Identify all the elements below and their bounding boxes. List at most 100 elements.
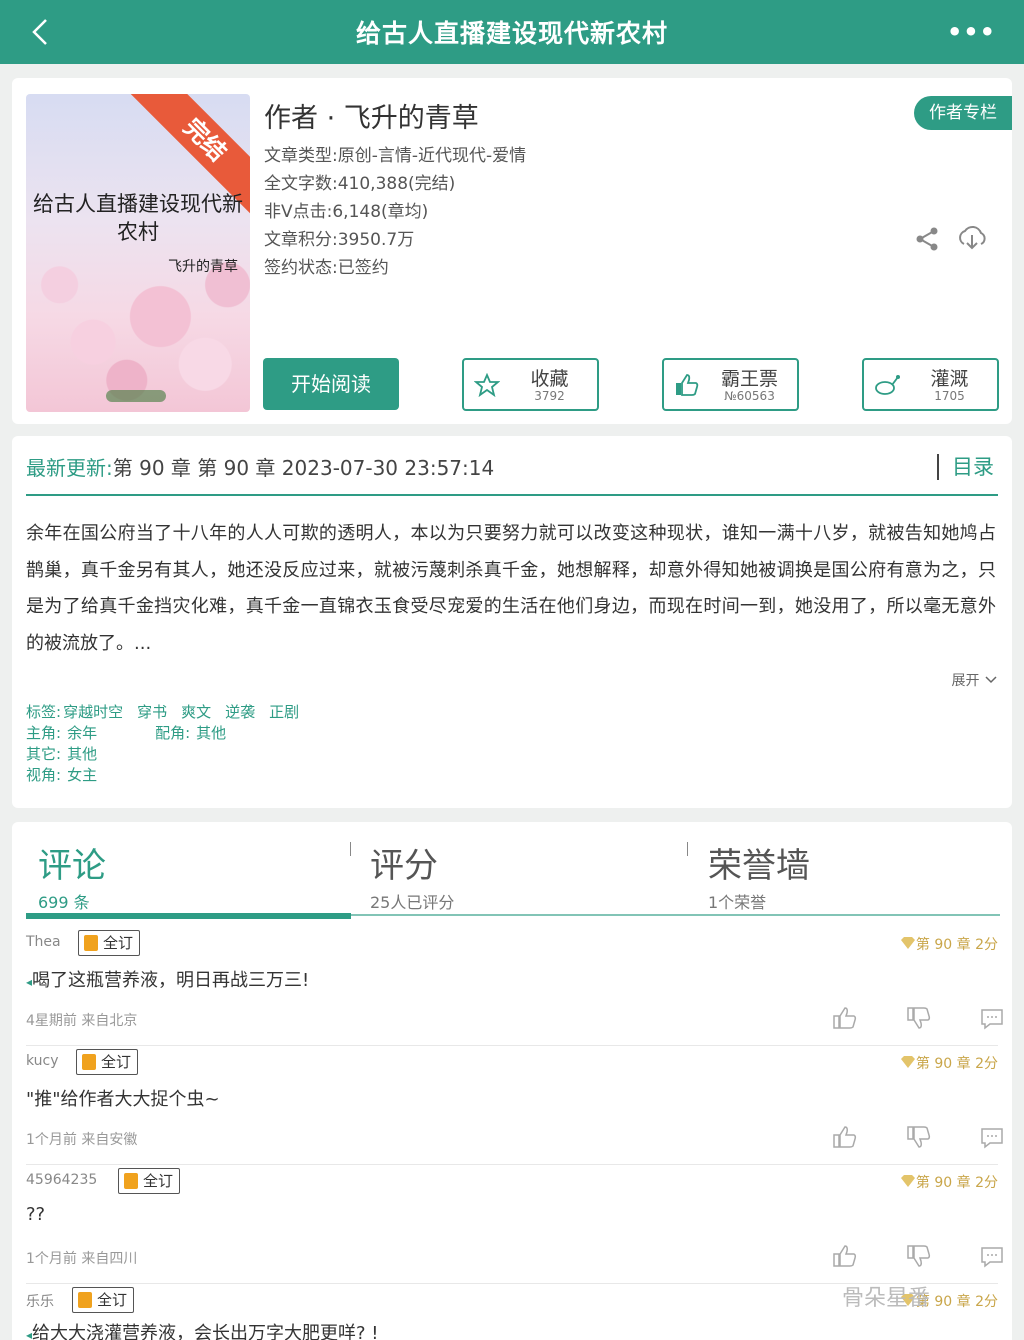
- expand-button[interactable]: 展开: [952, 670, 998, 690]
- comment-time: 4星期前 来自北京: [26, 1013, 138, 1029]
- irrigate-button[interactable]: 灌溉 1705: [862, 358, 999, 411]
- diamond-icon: [900, 1056, 915, 1068]
- tab-ratings[interactable]: 评分 25人已评分: [370, 838, 454, 913]
- comment-text: "推"给作者大大捉个虫~: [26, 1089, 220, 1110]
- comment-chapter-text: 第 90 章 2分: [915, 1056, 998, 1072]
- tag-item[interactable]: 正剧: [269, 703, 299, 721]
- divider: [26, 494, 998, 496]
- author-column-button[interactable]: 作者专栏: [914, 96, 1012, 130]
- bookmark-icon: [124, 1173, 138, 1189]
- overlord-ticket-count: №60563: [724, 389, 775, 403]
- tag-item[interactable]: 穿越时空: [63, 703, 123, 721]
- comment-user[interactable]: 45964235: [26, 1172, 97, 1188]
- tag-item[interactable]: 穿书: [137, 703, 167, 721]
- reply-icon[interactable]: [980, 1127, 1004, 1149]
- badge-label: 全订: [101, 1053, 132, 1071]
- comment-user[interactable]: 乐乐: [26, 1291, 54, 1311]
- meta-clicks: 非V点击:6,148(章均): [264, 202, 429, 222]
- tag-item[interactable]: 爽文: [181, 703, 211, 721]
- bookmark-icon: [78, 1292, 92, 1308]
- reply-icon[interactable]: [980, 1008, 1004, 1030]
- badge-label: 全订: [143, 1172, 174, 1190]
- lead-label: 主角:: [26, 724, 62, 742]
- author-line[interactable]: 作者 · 飞升的青草: [264, 96, 479, 135]
- meta-score: 文章积分:3950.7万: [264, 230, 415, 250]
- update-card: 最新更新:第 90 章 第 90 章 2023-07-30 23:57:14 目…: [12, 436, 1012, 808]
- star-icon: [474, 373, 500, 397]
- comment-time: 1个月前 来自安徽: [26, 1132, 138, 1148]
- lead-value: 余年: [67, 724, 98, 742]
- view-value: 女主: [67, 766, 98, 784]
- overlord-ticket-label: 霸王票: [720, 368, 778, 390]
- table-of-contents-link[interactable]: 目录: [952, 451, 994, 481]
- divider: [350, 842, 351, 856]
- favorite-label: 收藏: [530, 368, 569, 390]
- full-subscribe-badge: 全订: [72, 1287, 135, 1313]
- bookmark-icon: [84, 935, 98, 951]
- thumbs-up-icon[interactable]: [832, 1244, 858, 1268]
- tab-honor-wall[interactable]: 荣誉墙 1个荣誉: [708, 838, 810, 913]
- tab-ratings-count: 25人已评分: [370, 893, 455, 912]
- comment-chapter: 第 90 章 2分: [900, 934, 998, 954]
- reply-icon[interactable]: [980, 1246, 1004, 1268]
- more-icon[interactable]: •••: [947, 18, 996, 46]
- support-label: 配角:: [155, 724, 191, 742]
- irrigate-label: 灌溉: [930, 368, 969, 390]
- comment-chapter: 第 90 章 2分: [900, 1172, 998, 1192]
- tags-section: 标签: 穿越时空 穿书 爽文 逆袭 正剧 主角: 余年 配角: 其他 其它: 其他 视角: 女主: [26, 702, 313, 786]
- meta-wordcount: 全文字数:410,388(完结): [264, 174, 456, 194]
- comment-time: 1个月前 来自四川: [26, 1251, 138, 1267]
- comment-user[interactable]: Thea: [26, 934, 61, 950]
- share-icon[interactable]: [914, 226, 940, 252]
- tab-ratings-label: 评分: [370, 846, 438, 886]
- book-cover[interactable]: 完结 给古人直播建设现代新农村 飞升的青草: [26, 94, 250, 412]
- expand-label: 展开: [951, 673, 980, 689]
- comment-text: ◂喝了这瓶营养液，明日再战三万三!: [26, 966, 309, 992]
- overlord-ticket-button[interactable]: 霸王票 №60563: [662, 358, 799, 411]
- meta-type: 文章类型:原创-言情-近代现代-爱情: [264, 146, 527, 166]
- thumbs-down-icon[interactable]: [906, 1125, 932, 1149]
- view-label: 视角:: [26, 766, 62, 784]
- watering-can-icon: [875, 375, 900, 395]
- divider: [687, 842, 688, 856]
- latest-update[interactable]: 最新更新:第 90 章 第 90 章 2023-07-30 23:57:14: [26, 452, 494, 481]
- tags-row: 标签: 穿越时空 穿书 爽文 逆袭 正剧: [26, 702, 313, 723]
- comment-user[interactable]: kucy: [26, 1053, 59, 1069]
- comment-item[interactable]: Thea 全订 第 90 章 2分 ◂喝了这瓶营养液，明日再战三万三! 4星期前…: [26, 928, 1003, 1046]
- comment-text: ??: [26, 1204, 46, 1225]
- divider: [937, 454, 939, 480]
- tab-honor-wall-count: 1个荣誉: [708, 893, 767, 912]
- comment-chapter: 第 90 章 2分: [900, 1053, 998, 1073]
- diamond-icon: [900, 937, 915, 949]
- tab-comments[interactable]: 评论 699 条: [38, 838, 106, 913]
- download-icon[interactable]: [956, 224, 988, 252]
- favorite-button[interactable]: 收藏 3792: [462, 358, 599, 411]
- support-value: 其他: [196, 724, 227, 742]
- top-bar: 给古人直播建设现代新农村 •••: [0, 0, 1024, 64]
- page-title: 给古人直播建设现代新农村: [355, 19, 668, 48]
- thumbs-down-icon[interactable]: [906, 1006, 932, 1030]
- thumbs-down-icon[interactable]: [906, 1244, 932, 1268]
- comment-text: ◂给大大浇灌营养液，会长出万字大肥更咩? !: [26, 1319, 379, 1340]
- tag-item[interactable]: 逆袭: [225, 703, 255, 721]
- cover-author: 飞升的青草: [168, 259, 238, 275]
- bookmark-icon: [82, 1054, 96, 1070]
- badge-label: 全订: [103, 934, 134, 952]
- favorite-count: 3792: [534, 389, 565, 403]
- thumbs-up-icon[interactable]: [832, 1125, 858, 1149]
- comment-item[interactable]: 45964235 全订 第 90 章 2分 ?? 1个月前 来自四川: [26, 1166, 1003, 1284]
- full-subscribe-badge: 全订: [78, 930, 141, 956]
- thumbs-up-icon[interactable]: [832, 1006, 858, 1030]
- latest-update-text: 第 90 章 第 90 章 2023-07-30 23:57:14: [112, 456, 495, 480]
- comments-card: 评论 699 条 评分 25人已评分 荣誉墙 1个荣誉 Thea 全订 第 90…: [12, 822, 1012, 1340]
- tags-label: 标签:: [26, 703, 62, 721]
- watermark: 骨朵星番: [842, 1286, 931, 1311]
- diamond-icon: [900, 1175, 915, 1187]
- start-reading-button[interactable]: 开始阅读: [263, 358, 399, 410]
- full-subscribe-badge: 全订: [118, 1168, 181, 1194]
- view-row: 视角: 女主: [26, 765, 313, 786]
- comment-item[interactable]: kucy 全订 第 90 章 2分 "推"给作者大大捉个虫~ 1个月前 来自安徽: [26, 1047, 1003, 1165]
- tab-comments-label: 评论: [38, 846, 106, 886]
- cover-title: 给古人直播建设现代新农村: [33, 192, 243, 244]
- active-tab-indicator: [26, 913, 351, 919]
